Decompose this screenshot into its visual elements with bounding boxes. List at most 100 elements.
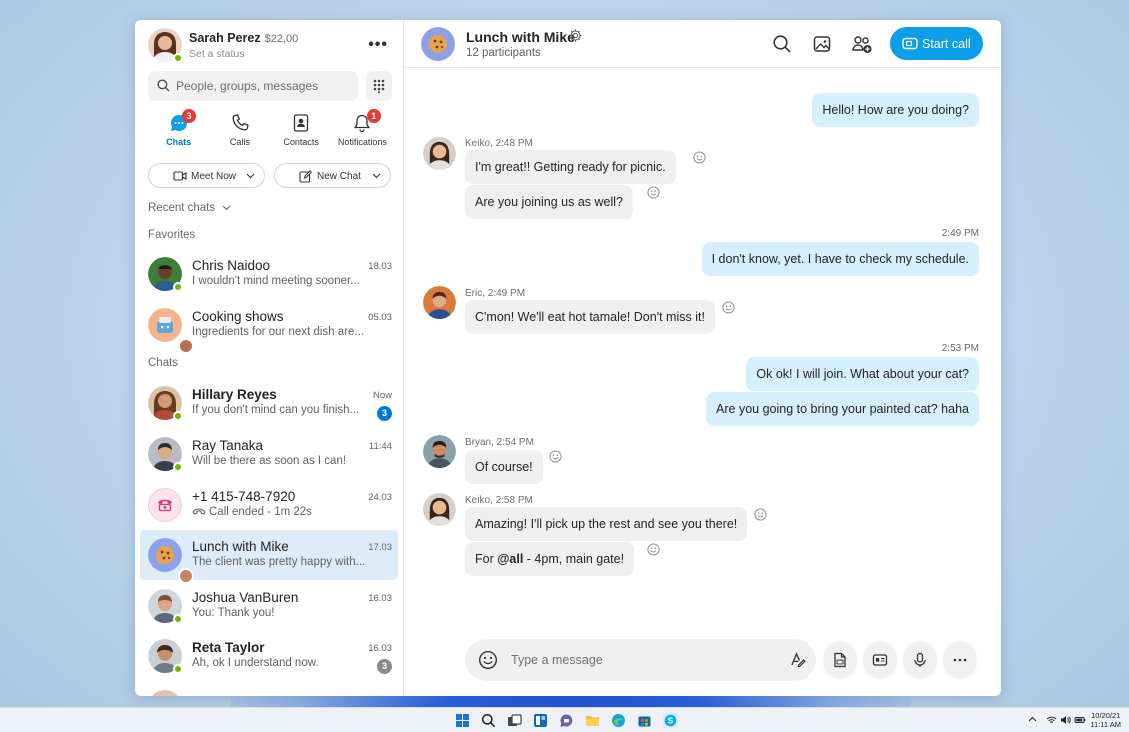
group-avatar[interactable] [421,27,455,61]
skype-taskbar-icon[interactable]: S [663,713,678,728]
message-sender: Bryan, 2:54 PM [465,437,534,448]
message-incoming: Amazing! I'll pick up the rest and see y… [465,507,748,541]
recent-chats-dropdown[interactable]: Recent chats [148,202,231,214]
avatar-eric[interactable] [423,286,456,319]
chat-item-chris-naidoo[interactable]: Chris Naidoo I wouldn't mind meeting soo… [140,249,398,299]
message-incoming: For @all - 4pm, main gate! [465,542,635,576]
voice-message-button[interactable] [903,641,937,679]
start-call-button[interactable]: Start call [890,27,983,60]
add-people-icon[interactable] [851,33,873,55]
share-file-button[interactable] [823,641,857,679]
chat-item-joshua-vanburen[interactable]: Joshua VanBuren You: Thank you! 16.03 [140,581,398,631]
wifi-icon[interactable] [1046,715,1057,725]
chat-item-partial[interactable] [140,682,398,696]
file-explorer-icon[interactable] [585,713,600,728]
taskbar-time: 11:11 AM [1090,720,1121,729]
add-reaction-icon[interactable] [647,543,660,556]
message-incoming: Of course! [465,450,543,484]
tab-contacts[interactable]: Contacts [271,112,332,152]
sidebar: Sarah Perez$22,00 Set a status ••• 3 Cha… [135,20,404,696]
notifications-badge: 1 [366,109,381,123]
recent-chats-label: Recent chats [148,202,216,214]
message-incoming: I'm great!! Getting ready for picnic. [465,150,676,184]
dialpad-button[interactable] [366,71,392,101]
compose-icon [299,170,312,183]
message-sender: Keiko, 2:48 PM [465,138,533,149]
add-reaction-icon[interactable] [693,151,706,164]
tab-chats[interactable]: 3 Chats [148,109,209,152]
chat-item-hillary-reyes[interactable]: Hillary Reyes If you don't mind can you … [140,378,398,428]
chevron-down-icon [222,205,231,211]
unread-count-badge: 3 [377,659,392,674]
participants-count[interactable]: 12 participants [466,47,541,59]
tab-contacts-label: Contacts [283,137,319,147]
search-icon [157,79,170,92]
chat-item-lunch-with-mike[interactable]: Lunch with Mike The client was pretty ha… [140,530,398,584]
emoji-icon[interactable] [478,650,498,670]
search-box[interactable] [148,71,358,101]
chevron-up-icon[interactable] [1028,715,1037,724]
taskbar-search-icon[interactable] [481,713,496,728]
chevron-down-icon [372,173,381,179]
search-icon[interactable] [771,33,793,55]
windows-taskbar: S 10/20/21 11:11 AM [0,707,1129,732]
send-contact-button[interactable] [863,641,897,679]
chat-name: Chris Naidoo [192,258,271,273]
message-incoming: Are you joining us as well? [465,185,633,219]
search-input[interactable] [176,71,354,101]
task-view-icon[interactable] [507,713,522,728]
chat-time: 18.03 [368,261,392,272]
add-reaction-icon[interactable] [549,450,562,463]
member-avatar [178,338,194,354]
avatar-bryan[interactable] [423,435,456,468]
chat-preview: You: Thank you! [192,607,275,619]
presence-dot [173,462,183,472]
avatar-keiko[interactable] [423,137,456,170]
profile-status[interactable]: Set a status [189,48,244,60]
widgets-icon[interactable] [533,713,548,728]
edge-browser-icon[interactable] [611,713,626,728]
message-incoming: C'mon! We'll eat hot tamale! Don't miss … [465,300,715,334]
mention-all[interactable]: @all [497,552,523,566]
battery-icon[interactable] [1074,715,1086,725]
chat-item-reta-taylor[interactable]: Reta Taylor Ah, ok I understand now. 16.… [140,631,398,681]
message-input[interactable] [511,639,771,681]
profile-header[interactable]: Sarah Perez $22,00 Set a status ••• [148,28,393,64]
phone-icon [232,114,249,131]
add-reaction-icon[interactable] [722,301,735,314]
more-options-icon[interactable]: ••• [368,36,388,54]
contacts-icon [293,114,309,132]
chat-item-cooking-shows[interactable]: Cooking shows Ingredients for our next d… [140,300,398,354]
profile-avatar[interactable] [148,28,183,63]
taskbar-clock[interactable]: 10/20/21 11:11 AM [1090,711,1121,729]
more-options-icon [953,658,967,662]
text-format-icon[interactable] [789,651,806,668]
chat-time: 24.03 [368,492,392,503]
gallery-icon[interactable] [811,33,833,55]
conversation-title[interactable]: Lunch with Mike [466,29,575,45]
store-icon[interactable] [637,713,652,728]
conversation-header: Lunch with Mike 12 participants Start ca… [404,20,1001,68]
chat-name: Lunch with Mike [192,539,289,554]
chat-time: Now [372,390,392,401]
presence-dot [173,282,183,292]
avatar [148,386,183,421]
nav-tabs: 3 Chats Calls Contacts 1 Notifications [148,109,393,152]
chat-item-phone-number[interactable]: +1 415-748-7920 Call ended - 1m 22s 24.0… [140,480,398,530]
avatar-keiko[interactable] [423,493,456,526]
tab-calls-label: Calls [229,137,250,147]
teams-chat-icon[interactable] [559,713,574,728]
volume-icon[interactable] [1060,715,1071,725]
windows-start-icon[interactable] [455,713,470,728]
meet-now-button[interactable]: Meet Now [148,163,265,188]
more-options-button[interactable] [943,641,977,679]
add-reaction-icon[interactable] [754,508,767,521]
tab-calls[interactable]: Calls [209,112,270,152]
new-chat-button[interactable]: New Chat [274,163,391,188]
tab-notifications[interactable]: 1 Notifications [332,109,393,152]
chat-item-ray-tanaka[interactable]: Ray Tanaka Will be there as soon as I ca… [140,429,398,479]
add-reaction-icon[interactable] [647,186,660,199]
chat-time: 16.03 [368,643,392,654]
chat-preview: The client was pretty happy with... [192,556,366,568]
gear-icon[interactable] [568,28,583,43]
